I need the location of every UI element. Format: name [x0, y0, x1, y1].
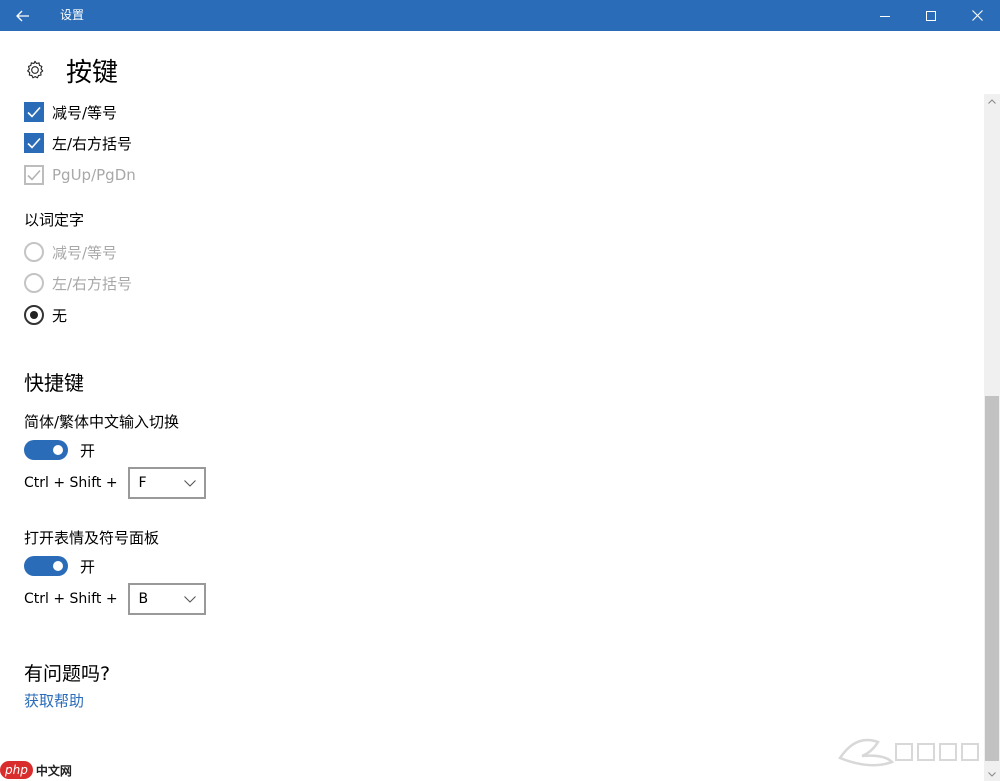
- scroll-down-arrow-icon: [988, 771, 996, 777]
- php-watermark-text: 中文网: [35, 763, 72, 778]
- word-select-label: 以词定字: [24, 211, 85, 229]
- key-value: F: [138, 475, 147, 491]
- page-header: 按键: [24, 52, 118, 88]
- scroll-thumb[interactable]: [985, 396, 999, 761]
- checkbox-box[interactable]: [24, 133, 44, 153]
- help-title: 有问题吗?: [24, 663, 111, 685]
- checkmark-icon: [27, 169, 41, 181]
- checkbox-box[interactable]: [24, 102, 44, 122]
- radio-button[interactable]: [24, 305, 44, 325]
- shortcut-keys-row: Ctrl + Shift + B: [24, 583, 206, 615]
- minimize-button[interactable]: [862, 0, 908, 31]
- back-arrow-icon: [16, 10, 29, 21]
- toggle-state: 开: [80, 441, 96, 460]
- radio-button: [24, 273, 44, 293]
- radio-none[interactable]: 无: [24, 305, 67, 325]
- radio-brackets: 左/右方括号: [24, 273, 132, 293]
- toggle-state: 开: [80, 557, 96, 576]
- checkmark-icon: [27, 106, 41, 118]
- radio-button: [24, 242, 44, 262]
- shortcut-toggle-row: 开: [24, 556, 95, 576]
- minimize-icon: [880, 15, 890, 17]
- radio-label: 减号/等号: [52, 243, 118, 262]
- key-dropdown[interactable]: F: [127, 467, 206, 499]
- shortcut-label: 打开表情及符号面板: [24, 529, 160, 547]
- key-value: B: [138, 591, 149, 607]
- checkbox-pgup-pgdn: PgUp/PgDn: [24, 165, 136, 185]
- checkbox-label: 减号/等号: [52, 103, 118, 122]
- scroll-down-button[interactable]: [984, 767, 1000, 781]
- scroll-up-arrow-icon: [988, 98, 996, 104]
- php-badge: php: [0, 761, 33, 779]
- radio-minus-equal: 减号/等号: [24, 242, 117, 262]
- keys-prefix: Ctrl + Shift +: [24, 591, 118, 607]
- checkbox-minus-equal[interactable]: 减号/等号: [24, 102, 117, 122]
- scroll-up-button[interactable]: [984, 94, 1000, 108]
- checkbox-brackets[interactable]: 左/右方括号: [24, 133, 132, 153]
- window-title: 设置: [60, 8, 85, 22]
- chevron-down-icon: [183, 595, 196, 603]
- keys-prefix: Ctrl + Shift +: [24, 475, 118, 491]
- toggle-switch[interactable]: [24, 556, 68, 576]
- title-bar: 设置: [0, 0, 1000, 31]
- shortcut-toggle-row: 开: [24, 440, 95, 460]
- close-icon: [971, 10, 983, 21]
- shortcut-label: 简体/繁体中文输入切换: [24, 413, 180, 431]
- checkbox-label: PgUp/PgDn: [52, 166, 136, 184]
- checkbox-box: [24, 165, 44, 185]
- gear-icon: [27, 60, 44, 79]
- maximize-icon: [926, 10, 936, 21]
- toggle-switch[interactable]: [24, 440, 68, 460]
- vertical-scrollbar[interactable]: [984, 94, 1000, 781]
- close-button[interactable]: [954, 0, 1000, 31]
- key-dropdown[interactable]: B: [127, 583, 206, 615]
- php-watermark: php 中文网: [0, 760, 72, 780]
- maximize-button[interactable]: [908, 0, 954, 31]
- chevron-down-icon: [183, 479, 196, 487]
- radio-label: 左/右方括号: [52, 274, 133, 293]
- checkmark-icon: [27, 137, 41, 149]
- checkbox-label: 左/右方括号: [52, 134, 133, 153]
- shortcuts-title: 快捷键: [24, 371, 84, 395]
- page-title: 按键: [66, 57, 119, 88]
- shortcut-keys-row: Ctrl + Shift + F: [24, 467, 206, 499]
- get-help-link[interactable]: 获取帮助: [24, 690, 84, 711]
- back-button[interactable]: [0, 0, 46, 31]
- site-logo-watermark-icon: [838, 738, 979, 767]
- radio-label: 无: [52, 306, 68, 325]
